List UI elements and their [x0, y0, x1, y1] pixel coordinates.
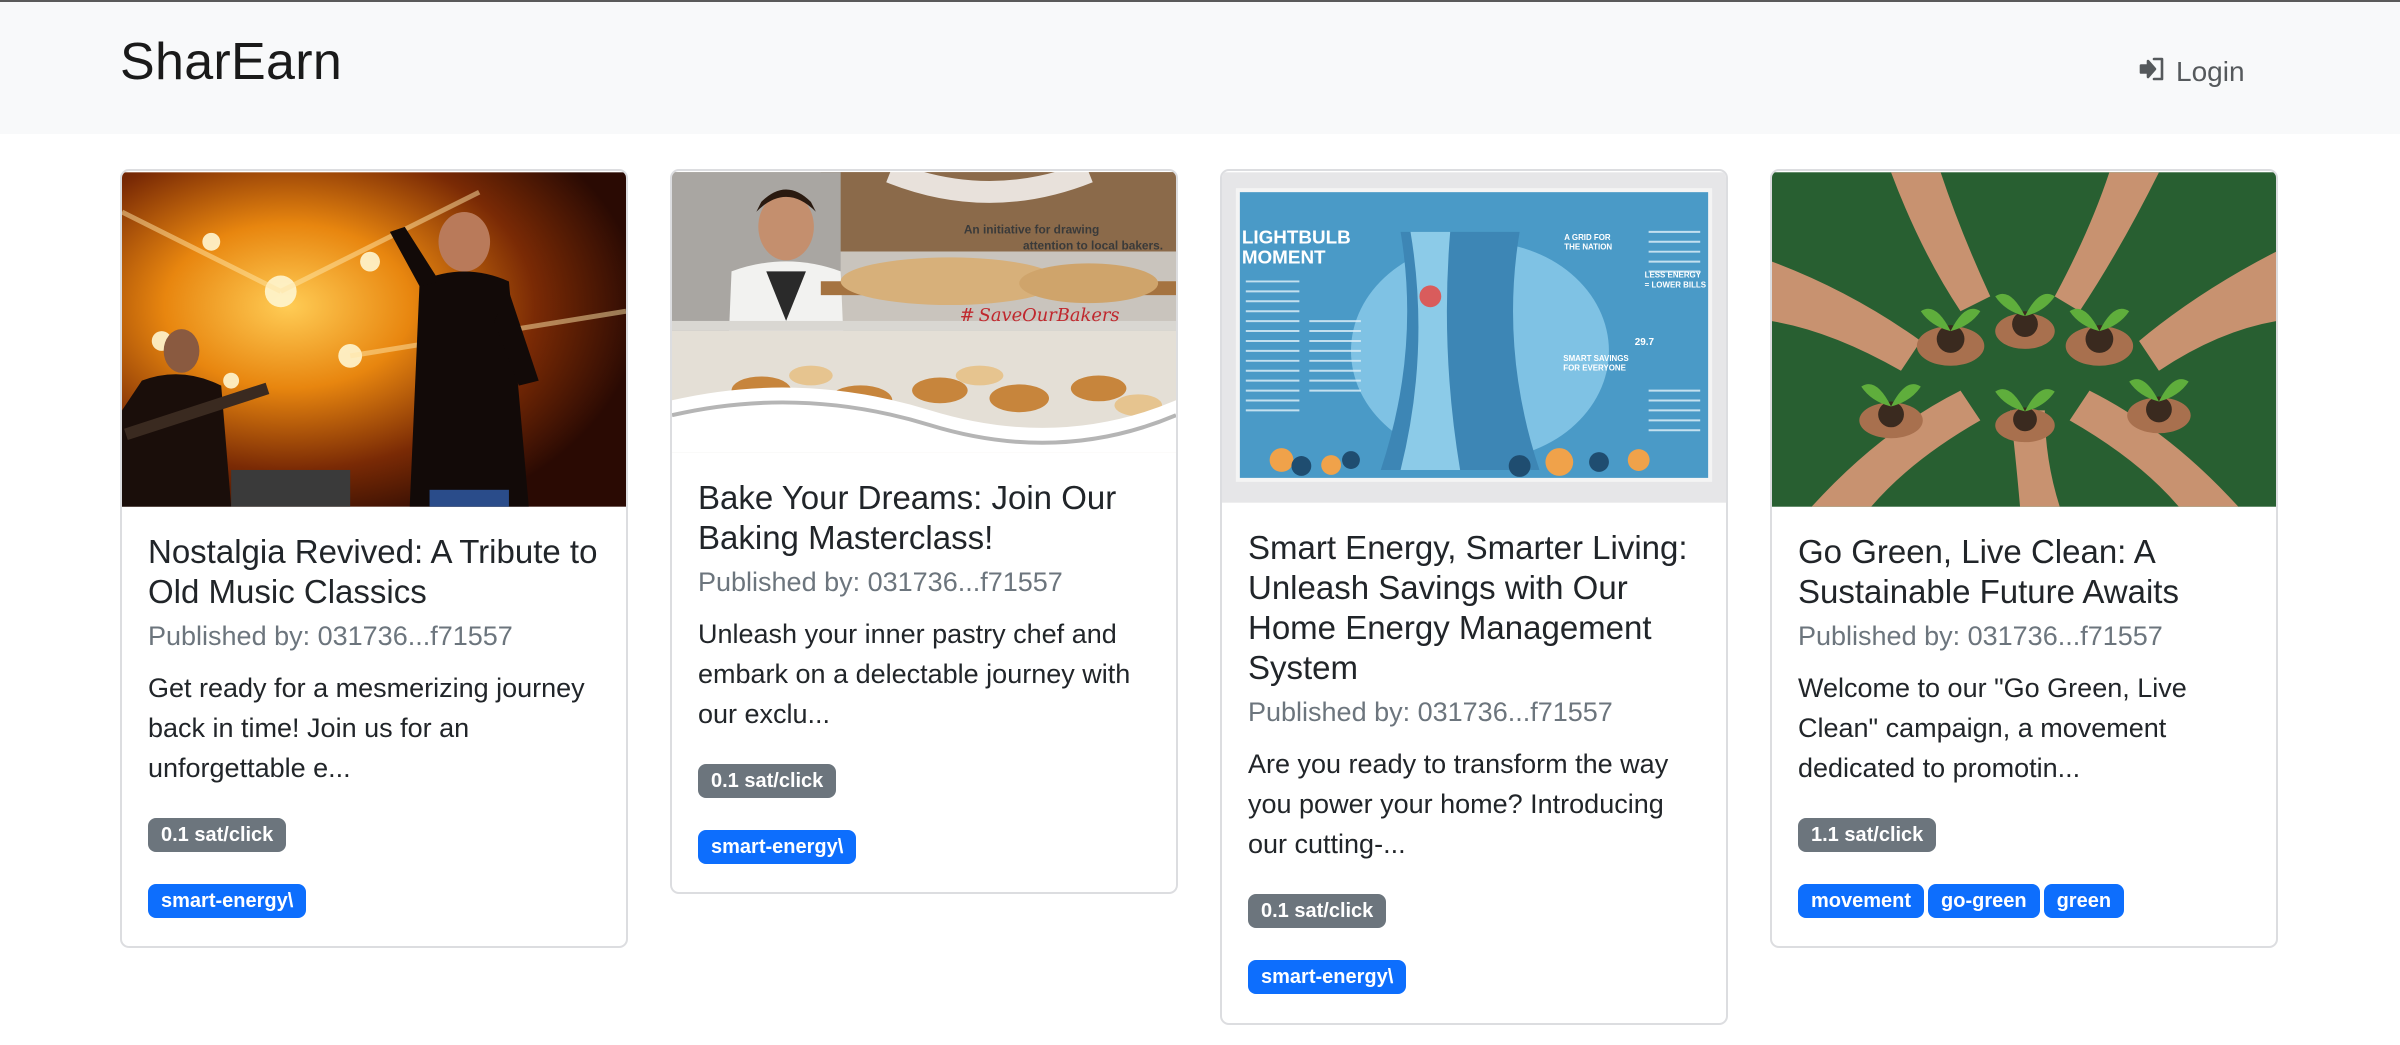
card-title[interactable]: Bake Your Dreams: Join Our Baking Master…	[698, 478, 1150, 558]
sign-in-icon	[2138, 55, 2166, 90]
campaign-card[interactable]: Nostalgia Revived: A Tribute to Old Musi…	[120, 169, 628, 948]
login-link[interactable]: Login	[2138, 52, 2245, 92]
card-description: Are you ready to transform the way you p…	[1248, 749, 1669, 859]
campaign-card[interactable]: Go Green, Live Clean: A Sustainable Futu…	[1770, 169, 2278, 948]
banner-hashtag: # SaveOurBakers	[960, 305, 1120, 326]
campaign-card[interactable]: An initiative for drawing attention to l…	[670, 169, 1178, 894]
magazine-cooling-tower-spread: LIGHTBULB MOMENT A GRID FOR THE NATION L…	[1222, 172, 1726, 503]
baker-pastries-banner: An initiative for drawing attention to l…	[672, 171, 1176, 453]
card-description: Unleash your inner pastry chef and embar…	[698, 619, 1131, 729]
tag-badge[interactable]: green	[2043, 884, 2125, 918]
tag-badge[interactable]: smart-energy\	[148, 884, 307, 918]
rate-badge: 1.1 sat/click	[1798, 818, 1937, 852]
tag-list: smart-energy\	[148, 884, 600, 918]
card-publisher: Published by: 031736...f71557	[1798, 621, 2163, 651]
hands-holding-seedlings-photo	[1772, 172, 2276, 507]
rate-badge: 0.1 sat/click	[1248, 894, 1387, 928]
tag-list: smart-energy\	[1248, 960, 1700, 994]
card-title[interactable]: Go Green, Live Clean: A Sustainable Futu…	[1798, 532, 2250, 612]
card-title[interactable]: Smart Energy, Smarter Living: Unleash Sa…	[1248, 528, 1700, 688]
svg-text:LESS ENERGY = LOWER BILL: LESS ENERGY = LOWER BILLS	[1645, 270, 1706, 289]
card-publisher: Published by: 031736...f71557	[698, 567, 1063, 597]
tag-badge[interactable]: smart-energy\	[698, 830, 857, 864]
card-title[interactable]: Nostalgia Revived: A Tribute to Old Musi…	[148, 532, 600, 612]
rate-badge: 0.1 sat/click	[148, 818, 287, 852]
navbar: SharEarn Login	[0, 0, 2400, 134]
login-label: Login	[2176, 56, 2245, 87]
tag-list: movement go-green green	[1798, 884, 2250, 918]
concert-singer-photo	[122, 172, 626, 507]
campaign-card[interactable]: LIGHTBULB MOMENT A GRID FOR THE NATION L…	[1220, 169, 1728, 1025]
tag-list: smart-energy\	[698, 830, 1150, 864]
rate-badge: 0.1 sat/click	[698, 764, 837, 798]
card-description: Get ready for a mesmerizing journey back…	[148, 673, 585, 783]
tag-badge[interactable]: movement	[1798, 884, 1925, 918]
svg-text:29.7: 29.7	[1635, 337, 1655, 348]
tag-badge[interactable]: go-green	[1928, 884, 2040, 918]
svg-text:A GRID FOR THE NATION: A GRID FOR THE NATION	[1564, 233, 1613, 252]
card-publisher: Published by: 031736...f71557	[1248, 697, 1613, 727]
card-publisher: Published by: 031736...f71557	[148, 621, 513, 651]
tag-badge[interactable]: smart-energy\	[1248, 960, 1407, 994]
card-description: Welcome to our "Go Green, Live Clean" ca…	[1798, 673, 2187, 783]
brand-logo[interactable]: SharEarn	[120, 32, 342, 92]
svg-text:SMART SAVINGS FOR EVERYO: SMART SAVINGS FOR EVERYONE	[1563, 354, 1631, 373]
